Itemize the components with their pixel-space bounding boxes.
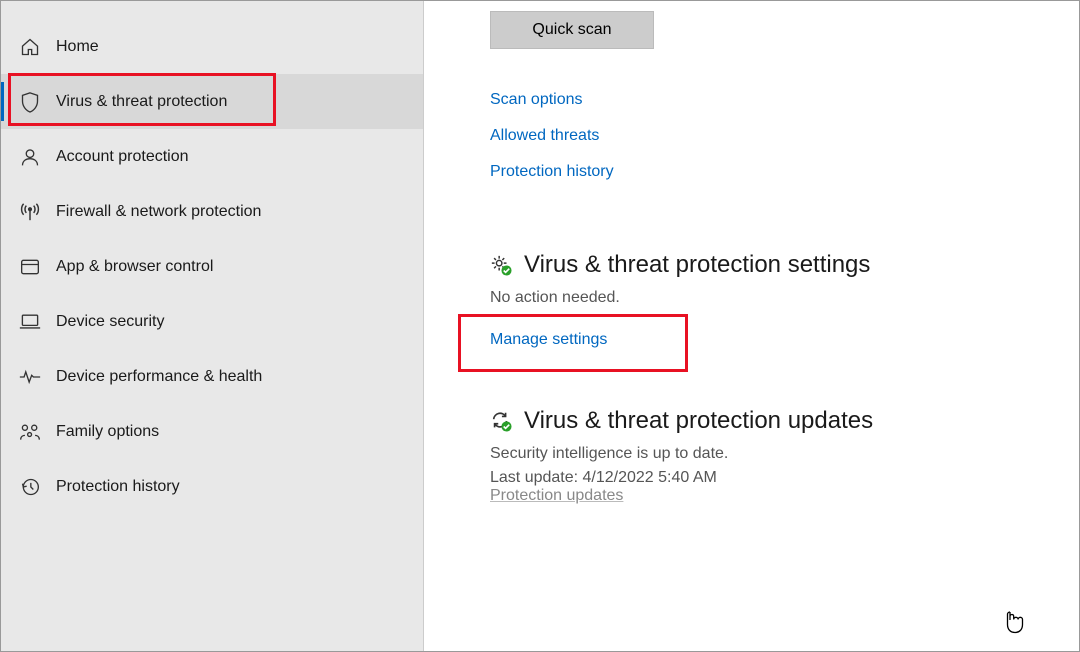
last-update: Last update: 4/12/2022 5:40 AM bbox=[490, 469, 1079, 487]
sidebar-item-firewall[interactable]: Firewall & network protection bbox=[1, 184, 423, 239]
sidebar-label-app-browser: App & browser control bbox=[56, 258, 213, 276]
heart-rate-icon bbox=[19, 366, 41, 388]
sidebar-item-protection-history[interactable]: Protection history bbox=[1, 459, 423, 514]
main-content: Quick scan Scan options Allowed threats … bbox=[424, 1, 1079, 651]
settings-status: No action needed. bbox=[490, 289, 1079, 307]
sidebar-item-performance[interactable]: Device performance & health bbox=[1, 349, 423, 404]
sidebar-label-virus-threat: Virus & threat protection bbox=[56, 93, 227, 111]
family-icon bbox=[19, 421, 41, 443]
person-icon bbox=[19, 146, 41, 168]
manage-settings-link[interactable]: Manage settings bbox=[490, 331, 607, 349]
updates-section-title: Virus & threat protection updates bbox=[524, 407, 873, 435]
sidebar-item-app-browser[interactable]: App & browser control bbox=[1, 239, 423, 294]
protection-history-link[interactable]: Protection history bbox=[490, 163, 1079, 181]
allowed-threats-link[interactable]: Allowed threats bbox=[490, 127, 1079, 145]
history-icon bbox=[19, 476, 41, 498]
sidebar-label-performance: Device performance & health bbox=[56, 368, 262, 386]
sidebar-label-device-security: Device security bbox=[56, 313, 164, 331]
sidebar-label-firewall: Firewall & network protection bbox=[56, 203, 261, 221]
sidebar-label-protection-history: Protection history bbox=[56, 478, 180, 496]
updates-section-header: Virus & threat protection updates bbox=[490, 407, 1079, 435]
settings-section-header: Virus & threat protection settings bbox=[490, 251, 1079, 279]
mouse-cursor-icon bbox=[1003, 609, 1025, 635]
gear-check-icon bbox=[490, 254, 512, 276]
updates-status: Security intelligence is up to date. bbox=[490, 445, 1079, 463]
sidebar-item-account[interactable]: Account protection bbox=[1, 129, 423, 184]
sidebar: Home Virus & threat protection Account p… bbox=[1, 1, 424, 651]
protection-updates-link[interactable]: Protection updates bbox=[490, 487, 623, 504]
sidebar-label-home: Home bbox=[56, 38, 99, 56]
refresh-check-icon bbox=[490, 410, 512, 432]
quick-scan-button[interactable]: Quick scan bbox=[490, 11, 654, 49]
sidebar-item-virus-threat[interactable]: Virus & threat protection bbox=[1, 74, 423, 129]
sidebar-item-family[interactable]: Family options bbox=[1, 404, 423, 459]
updates-section: Virus & threat protection updates Securi… bbox=[490, 407, 1079, 505]
sidebar-item-device-security[interactable]: Device security bbox=[1, 294, 423, 349]
laptop-icon bbox=[19, 311, 41, 333]
shield-icon bbox=[19, 91, 41, 113]
scan-options-link[interactable]: Scan options bbox=[490, 91, 1079, 109]
settings-section-title: Virus & threat protection settings bbox=[524, 251, 870, 279]
app-browser-icon bbox=[19, 256, 41, 278]
sidebar-label-family: Family options bbox=[56, 423, 159, 441]
antenna-icon bbox=[19, 201, 41, 223]
threat-links-group: Scan options Allowed threats Protection … bbox=[490, 75, 1079, 181]
settings-section: Virus & threat protection settings No ac… bbox=[490, 251, 1079, 349]
sidebar-item-home[interactable]: Home bbox=[1, 19, 423, 74]
sidebar-label-account: Account protection bbox=[56, 148, 189, 166]
home-icon bbox=[19, 36, 41, 58]
